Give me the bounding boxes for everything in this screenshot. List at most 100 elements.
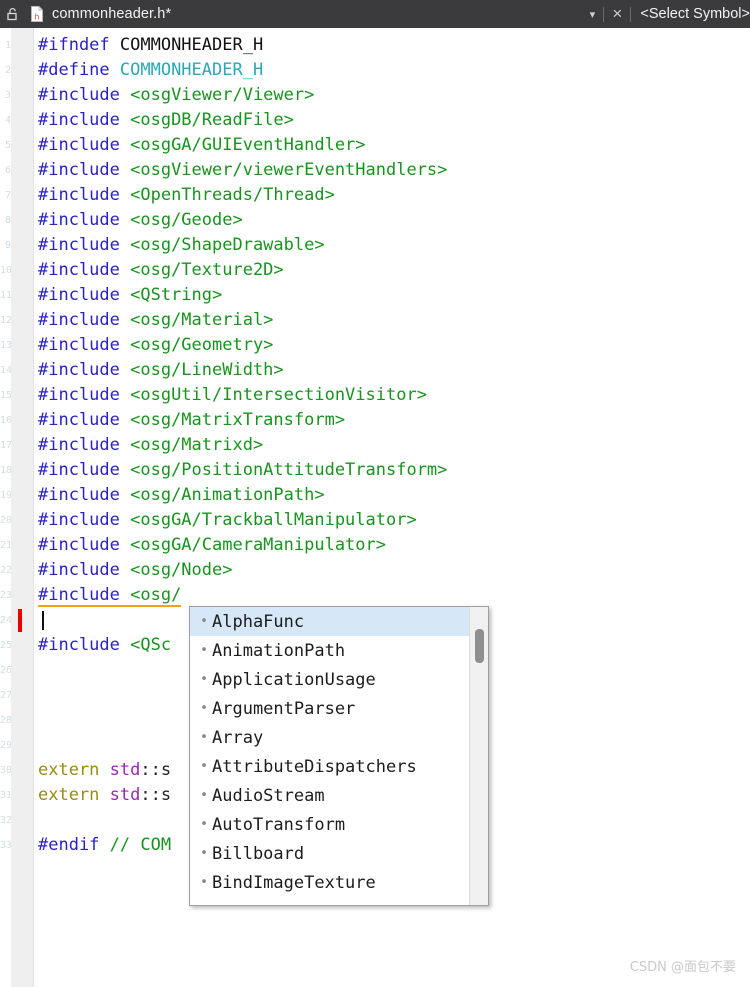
autocomplete-item[interactable]: • AlphaFunc <box>190 607 469 636</box>
code-line[interactable]: #include <osg/AnimationPath> <box>34 483 325 508</box>
svg-text:h: h <box>35 13 40 22</box>
autocomplete-item[interactable]: • AudioStream <box>190 781 469 810</box>
code-line[interactable]: #include <osg/Texture2D> <box>34 258 284 283</box>
line-number: 2 <box>4 65 11 76</box>
code-token-path: <osg/Geometry> <box>130 335 274 355</box>
bullet-icon: • <box>200 846 208 861</box>
code-token-pre: #include <box>38 485 131 505</box>
bullet-icon: • <box>200 701 208 716</box>
code-line[interactable] <box>34 808 38 833</box>
code-line[interactable]: extern std::s <box>34 758 171 783</box>
code-line[interactable]: #include <osgViewer/viewerEventHandlers> <box>34 158 447 183</box>
code-line[interactable] <box>34 608 38 633</box>
code-line[interactable]: #include <osg/Geometry> <box>34 333 273 358</box>
code-line[interactable]: #include <osg/PositionAttitudeTransform> <box>34 458 447 483</box>
line-number: 8 <box>4 215 11 226</box>
code-line[interactable]: #ifndef COMMONHEADER_H <box>34 33 263 58</box>
code-editor[interactable]: 1 2 3 4 5 6 7 8 9 10 11 12 13 14 15 16 17 18 19 20 21 22 23 24 2… <box>0 28 750 987</box>
code-token-pre: #include <box>38 460 131 480</box>
line-number: 28 <box>0 715 11 726</box>
code-token-path: <QSc <box>130 635 172 655</box>
autocomplete-popup[interactable]: • AlphaFunc • AnimationPath • ApplicationUsag… <box>189 606 489 906</box>
autocomplete-item-label: Billboard <box>212 843 305 864</box>
code-token-pre: #include <box>38 510 131 530</box>
autocomplete-scrollbar[interactable] <box>469 607 488 905</box>
code-line-text: #include <osgGA/GUIEventHandler> <box>34 135 366 155</box>
autocomplete-item[interactable]: • AttributeDispatchers <box>190 752 469 781</box>
line-number: 13 <box>0 340 11 351</box>
code-token-path: <osg/ <box>130 585 182 607</box>
code-line[interactable]: #endif // COM <box>34 833 171 858</box>
close-icon[interactable]: × <box>604 0 630 28</box>
code-line[interactable]: #include <osg/Matrixd> <box>34 433 263 458</box>
code-line[interactable]: #include <osgViewer/Viewer> <box>34 83 314 108</box>
code-line[interactable]: #include <OpenThreads/Thread> <box>34 183 335 208</box>
autocomplete-item-label: Array <box>212 727 264 748</box>
autocomplete-item[interactable]: • ArgumentParser <box>190 694 469 723</box>
code-line[interactable]: #include <osgDB/ReadFile> <box>34 108 294 133</box>
line-number: 22 <box>0 565 11 576</box>
line-number: 18 <box>0 465 11 476</box>
autocomplete-item[interactable]: • ApplicationUsage <box>190 665 469 694</box>
code-line[interactable] <box>34 658 38 683</box>
code-token-pre: #include <box>38 410 131 430</box>
code-line[interactable]: #include <QString> <box>34 283 222 308</box>
code-token-pre: #include <box>38 435 131 455</box>
code-line[interactable]: #include <osg/Material> <box>34 308 273 333</box>
line-number: 15 <box>0 390 11 401</box>
code-line[interactable]: #include <osg/ <box>34 583 182 608</box>
line-number: 9 <box>4 240 11 251</box>
code-token-pre: #include <box>38 560 131 580</box>
bullet-icon: • <box>200 875 208 890</box>
code-line[interactable]: extern std::s <box>34 783 171 808</box>
code-line[interactable]: #include <QSc <box>34 633 171 658</box>
line-number: 19 <box>0 490 11 501</box>
code-line-text: #include <osgViewer/Viewer> <box>34 85 314 105</box>
autocomplete-item[interactable]: • Array <box>190 723 469 752</box>
code-line[interactable]: #include <osg/Geode> <box>34 208 243 233</box>
code-line[interactable]: #include <osgGA/TrackballManipulator> <box>34 508 417 533</box>
code-line[interactable]: #include <osg/MatrixTransform> <box>34 408 345 433</box>
code-token-ns: std <box>109 760 141 780</box>
code-line-text: #include <osgViewer/viewerEventHandlers> <box>34 160 447 180</box>
code-line[interactable]: #include <osg/LineWidth> <box>34 358 284 383</box>
watermark-label: CSDN @面包不要 <box>629 960 736 975</box>
autocomplete-scrollbar-thumb[interactable] <box>475 629 484 663</box>
bullet-icon: • <box>200 643 208 658</box>
code-token-path: <osg/Geode> <box>130 210 243 230</box>
code-line[interactable]: #define COMMONHEADER_H <box>34 58 263 83</box>
code-line[interactable]: #include <osg/ShapeDrawable> <box>34 233 325 258</box>
code-line[interactable] <box>34 683 38 708</box>
code-token-path: <osg/PositionAttitudeTransform> <box>130 460 448 480</box>
code-token-kw: extern <box>38 760 110 780</box>
code-token-pre: #include <box>38 160 131 180</box>
code-token-path: <osg/ShapeDrawable> <box>130 235 325 255</box>
select-symbol-dropdown[interactable]: <Select Symbol> <box>631 6 750 22</box>
chevron-down-icon[interactable]: ▾ <box>581 0 603 28</box>
autocomplete-list[interactable]: • AlphaFunc • AnimationPath • ApplicationUsag… <box>190 607 469 905</box>
bullet-icon: • <box>200 788 208 803</box>
code-line[interactable] <box>34 708 38 733</box>
code-token-path: <osgGA/TrackballManipulator> <box>130 510 417 530</box>
editor-gutter[interactable] <box>11 28 34 987</box>
autocomplete-item[interactable]: • AutoTransform <box>190 810 469 839</box>
code-line[interactable]: #include <osgGA/CameraManipulator> <box>34 533 386 558</box>
autocomplete-item[interactable]: • Billboard <box>190 839 469 868</box>
code-line[interactable] <box>34 733 38 758</box>
code-line[interactable]: #include <osgUtil/IntersectionVisitor> <box>34 383 427 408</box>
code-token-ns: std <box>109 785 141 805</box>
unlocked-pin-icon[interactable] <box>0 0 26 28</box>
filename-label: commonheader.h* <box>52 6 172 22</box>
code-line-text: #include <osgDB/ReadFile> <box>34 110 294 130</box>
autocomplete-item[interactable]: • AnimationPath <box>190 636 469 665</box>
code-line[interactable]: #include <osgGA/GUIEventHandler> <box>34 133 366 158</box>
line-number: 7 <box>4 190 11 201</box>
autocomplete-item[interactable]: • BindImageTexture <box>190 868 469 897</box>
line-number: 11 <box>0 290 11 301</box>
code-line[interactable]: #include <osg/Node> <box>34 558 232 583</box>
code-token-path: <osg/Matrixd> <box>130 435 264 455</box>
code-token-kw: extern <box>38 785 110 805</box>
line-number: 1 <box>4 40 11 51</box>
